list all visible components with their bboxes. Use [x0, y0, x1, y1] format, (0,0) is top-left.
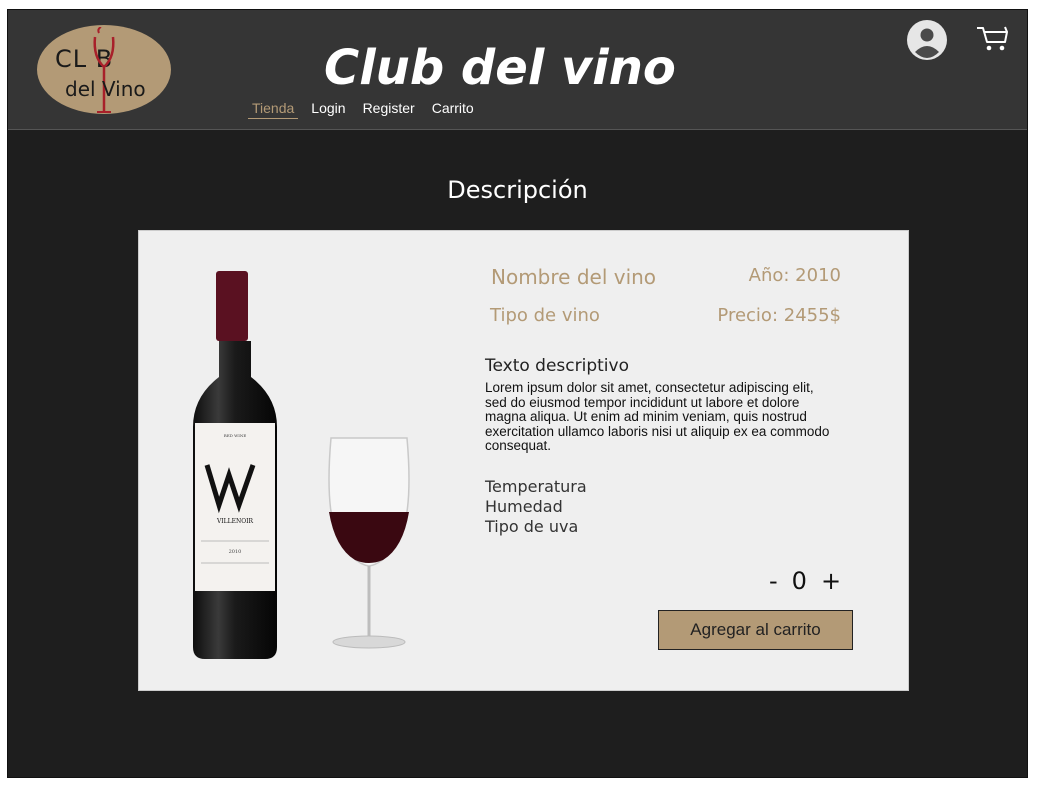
wine-glass-image [328, 437, 410, 649]
attribute-temperatura: Temperatura [485, 477, 587, 496]
attribute-tipo-de-uva: Tipo de uva [485, 517, 579, 536]
nav-item-login[interactable]: Login [307, 100, 349, 119]
add-to-cart-button[interactable]: Agregar al carrito [658, 610, 853, 650]
nav-item-tienda[interactable]: Tienda [248, 100, 299, 119]
page-frame: CL B del Vino Club del vino Tienda Login… [7, 9, 1028, 778]
bottle-vintage-label: 2010 [229, 549, 242, 555]
attribute-humedad: Humedad [485, 497, 563, 516]
club-del-vino-logo[interactable]: CL B del Vino [37, 25, 171, 114]
main-nav: Tienda Login Register Carrito [248, 100, 487, 119]
description-title: Texto descriptivo [485, 356, 629, 376]
section-title: Descripción [447, 176, 588, 204]
quantity-decrement-button[interactable]: - [769, 567, 778, 595]
site-header: CL B del Vino Club del vino Tienda Login… [8, 10, 1027, 130]
user-avatar-icon[interactable] [907, 20, 947, 60]
nav-item-register[interactable]: Register [359, 100, 419, 119]
product-attributes: Temperatura Humedad Tipo de uva [485, 477, 587, 537]
description-text: Lorem ipsum dolor sit amet, consectetur … [485, 380, 830, 453]
wine-year: Año: 2010 [748, 265, 841, 286]
site-title: Club del vino [324, 40, 676, 96]
quantity-stepper: - 0 + [769, 567, 841, 595]
shopping-cart-icon[interactable] [975, 24, 1009, 52]
bottle-top-label: RED WINE [224, 433, 247, 438]
wine-name: Nombre del vino [491, 265, 657, 289]
product-card: VILLENOIR RED WINE 2010 Nombre del vino … [138, 230, 909, 691]
nav-item-carrito[interactable]: Carrito [428, 100, 478, 119]
bottle-brand-label: VILLENOIR [216, 518, 254, 525]
wine-glass-logo-icon [93, 27, 115, 113]
product-row-name-year: Nombre del vino Año: 2010 [491, 265, 841, 295]
product-row-type-price: Tipo de vino Precio: 2455$ [490, 305, 841, 335]
wine-bottle-image: VILLENOIR RED WINE 2010 [193, 271, 277, 659]
wine-type: Tipo de vino [490, 305, 600, 326]
quantity-value: 0 [791, 567, 807, 595]
wine-price: Precio: 2455$ [717, 305, 841, 326]
quantity-increment-button[interactable]: + [821, 567, 841, 595]
logo-text-bottom: del Vino [65, 77, 146, 101]
